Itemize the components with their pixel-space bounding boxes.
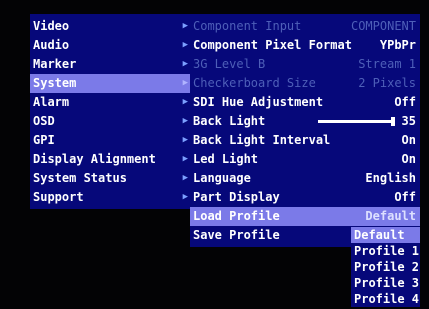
menu-item-display-alignment[interactable]: Display Alignment ▶ [30, 150, 190, 169]
dropdown-option-profile-2[interactable]: Profile 2 [351, 259, 420, 275]
setting-label: Component Pixel Format [193, 38, 352, 52]
setting-language[interactable]: Language English [190, 169, 420, 188]
arrow-right-icon: ▶ [182, 135, 188, 145]
setting-value: Default [365, 209, 416, 223]
arrow-right-icon: ▶ [182, 40, 188, 50]
setting-back-light-interval[interactable]: Back Light Interval On [190, 131, 420, 150]
arrow-right-icon: ▶ [182, 97, 188, 107]
setting-label: Component Input [193, 19, 302, 33]
setting-part-display[interactable]: Part Display Off [190, 188, 420, 207]
setting-3g-level-b: 3G Level B Stream 1 [190, 55, 420, 74]
setting-label: 3G Level B [193, 57, 266, 71]
setting-component-input: Component Input COMPONENT [190, 17, 420, 36]
menu-item-label: Video [33, 19, 70, 33]
main-menu: Video ▶ Audio ▶ Marker ▶ System ▶ Alarm … [30, 14, 190, 209]
arrow-right-icon: ▶ [182, 192, 188, 202]
arrow-right-icon: ▶ [182, 173, 188, 183]
setting-label: Back Light Interval [193, 133, 331, 147]
menu-item-alarm[interactable]: Alarm ▶ [30, 93, 190, 112]
setting-value: On [401, 152, 416, 166]
arrow-right-icon: ▶ [182, 116, 188, 126]
setting-value: 35 [401, 114, 416, 128]
menu-item-system-status[interactable]: System Status ▶ [30, 169, 190, 188]
arrow-right-icon: ▶ [182, 154, 188, 164]
setting-value: Off [394, 95, 416, 109]
setting-checkerboard-size: Checkerboard Size 2 Pixels [190, 74, 420, 93]
profile-dropdown: Default Profile 1 Profile 2 Profile 3 Pr… [351, 227, 420, 307]
setting-back-light[interactable]: Back Light 35 [190, 112, 420, 131]
menu-item-osd[interactable]: OSD ▶ [30, 112, 190, 131]
menu-item-gpi[interactable]: GPI ▶ [30, 131, 190, 150]
setting-label: Language [193, 171, 251, 185]
arrow-right-icon: ▶ [182, 78, 188, 88]
setting-load-profile[interactable]: Load Profile Default [190, 207, 420, 226]
monitor-screen: Video ▶ Audio ▶ Marker ▶ System ▶ Alarm … [0, 0, 429, 309]
slider-handle[interactable] [391, 117, 395, 126]
setting-value: COMPONENT [350, 19, 416, 33]
menu-item-system[interactable]: System ▶ [30, 74, 190, 93]
setting-label: Save Profile [193, 228, 280, 242]
menu-item-label: Alarm [33, 95, 70, 109]
menu-item-label: GPI [33, 133, 55, 147]
menu-item-label: System [33, 76, 77, 90]
system-submenu: Component Input COMPONENT Component Pixe… [190, 14, 420, 247]
setting-label: Load Profile [193, 209, 280, 223]
setting-label: Checkerboard Size [193, 76, 316, 90]
menu-item-audio[interactable]: Audio ▶ [30, 36, 190, 55]
setting-component-pixel-format[interactable]: Component Pixel Format YPbPr [190, 36, 420, 55]
menu-item-label: System Status [33, 171, 127, 185]
menu-item-marker[interactable]: Marker ▶ [30, 55, 190, 74]
menu-item-video[interactable]: Video ▶ [30, 17, 190, 36]
menu-item-label: Audio [33, 38, 70, 52]
setting-value: On [401, 133, 416, 147]
arrow-right-icon: ▶ [182, 59, 188, 69]
menu-item-support[interactable]: Support ▶ [30, 188, 190, 207]
setting-label: Part Display [193, 190, 280, 204]
dropdown-option-profile-4[interactable]: Profile 4 [351, 291, 420, 307]
setting-label: Back Light [193, 114, 266, 128]
setting-sdi-hue-adjustment[interactable]: SDI Hue Adjustment Off [190, 93, 420, 112]
setting-value: YPbPr [379, 38, 416, 52]
dropdown-option-profile-3[interactable]: Profile 3 [351, 275, 420, 291]
dropdown-option-default[interactable]: Default [351, 227, 420, 243]
menu-item-label: OSD [33, 114, 55, 128]
setting-label: SDI Hue Adjustment [193, 95, 324, 109]
menu-item-label: Display Alignment [33, 152, 156, 166]
arrow-right-icon: ▶ [182, 21, 188, 31]
setting-value: English [365, 171, 416, 185]
menu-item-label: Marker [33, 57, 77, 71]
setting-label: Led Light [193, 152, 259, 166]
menu-item-label: Support [33, 190, 84, 204]
dropdown-option-profile-1[interactable]: Profile 1 [351, 243, 420, 259]
setting-value: Stream 1 [358, 57, 416, 71]
back-light-slider[interactable] [318, 120, 392, 123]
setting-led-light[interactable]: Led Light On [190, 150, 420, 169]
setting-value: 2 Pixels [358, 76, 416, 90]
setting-value: Off [394, 190, 416, 204]
